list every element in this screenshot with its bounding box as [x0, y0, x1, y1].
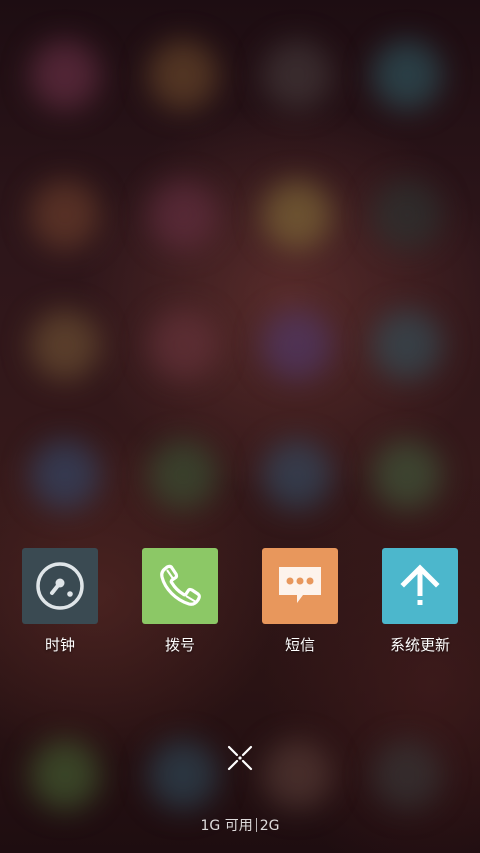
memory-separator [255, 818, 257, 832]
system-update-app-label: 系统更新 [389, 636, 450, 654]
recent-app-messages[interactable]: 短信 [262, 548, 338, 655]
dialer-app-icon[interactable] [142, 548, 218, 624]
recent-app-dialer[interactable]: 拨号 [142, 548, 218, 655]
system-update-app-icon[interactable] [382, 548, 458, 624]
clock-app-label: 时钟 [44, 636, 75, 654]
memory-available: 1G 可用 [200, 818, 253, 834]
messages-app-icon[interactable] [262, 548, 338, 624]
clock-app-icon[interactable] [22, 548, 98, 624]
recent-app-clock[interactable]: 时钟 [22, 548, 98, 655]
recent-apps-row: 时钟 拨号 短信 系统更新 [0, 548, 480, 658]
clear-all-button[interactable] [222, 740, 258, 776]
blurred-wallpaper [0, 0, 480, 853]
message-icon [279, 567, 321, 603]
memory-total: 2G [259, 818, 280, 834]
memory-status: 1G 可用 2G [0, 815, 480, 835]
recent-app-system-update[interactable]: 系统更新 [382, 548, 458, 655]
arrow-up-icon [400, 564, 440, 605]
clock-icon [36, 562, 84, 610]
messages-app-label: 短信 [284, 636, 315, 654]
close-icon [227, 745, 253, 771]
phone-icon [160, 564, 202, 606]
dialer-app-label: 拨号 [164, 636, 195, 654]
